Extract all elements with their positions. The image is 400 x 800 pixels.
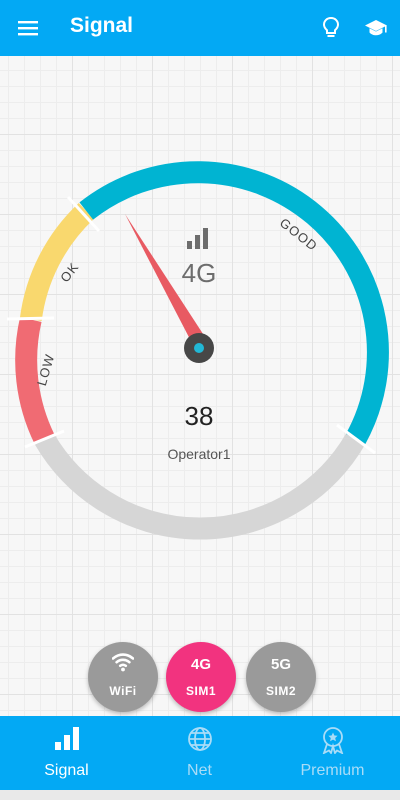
graduation-cap-icon (365, 20, 387, 36)
signal-bars-small-icon (187, 228, 208, 249)
wifi-button[interactable]: WiFi (88, 642, 158, 712)
menu-button[interactable] (8, 8, 48, 48)
content-area: LOW OK GOOD 4G 38 Operator1 WiFi 4G SIM1… (0, 56, 400, 716)
signal-value: 38 (185, 401, 214, 431)
lightbulb-icon (322, 16, 340, 37)
nav-label-premium: Premium (300, 762, 365, 779)
signal-gauge: LOW OK GOOD 4G 38 Operator1 (6, 161, 389, 540)
operator-name: Operator1 (167, 446, 230, 462)
sim1-label: SIM1 (185, 684, 216, 698)
sim1-network-label: 4G (190, 656, 211, 673)
learn-button[interactable] (358, 10, 394, 46)
sim2-network-label: 5G (270, 656, 291, 673)
sim1-button[interactable]: 4G SIM1 (166, 642, 236, 712)
nav-item-signal[interactable]: Signal (0, 716, 133, 790)
globe-icon (187, 727, 212, 751)
system-bar (0, 790, 400, 800)
bottom-nav: Signal Net Premium (0, 716, 400, 790)
page-title: Signal (70, 14, 134, 37)
network-type-label: 4G (182, 258, 217, 288)
menu-icon (18, 21, 38, 36)
nav-label-net: Net (187, 762, 212, 779)
gauge-zone-ok (19, 202, 94, 322)
tips-button[interactable] (314, 10, 348, 46)
app-bar: Signal (0, 0, 400, 56)
nav-item-net[interactable]: Net (133, 716, 266, 790)
gauge-zone-label-low: LOW (34, 352, 57, 387)
wifi-icon (112, 653, 134, 672)
premium-badge-icon (322, 727, 343, 754)
sim2-label: SIM2 (265, 684, 296, 698)
signal-bars-icon (54, 727, 79, 750)
sim2-button[interactable]: 5G SIM2 (246, 642, 316, 712)
nav-item-premium[interactable]: Premium (266, 716, 399, 790)
wifi-button-label: WiFi (109, 684, 137, 698)
gauge-zone-good (79, 161, 389, 445)
nav-label-signal: Signal (44, 762, 89, 779)
gauge-zone-label-ok: OK (57, 259, 82, 285)
